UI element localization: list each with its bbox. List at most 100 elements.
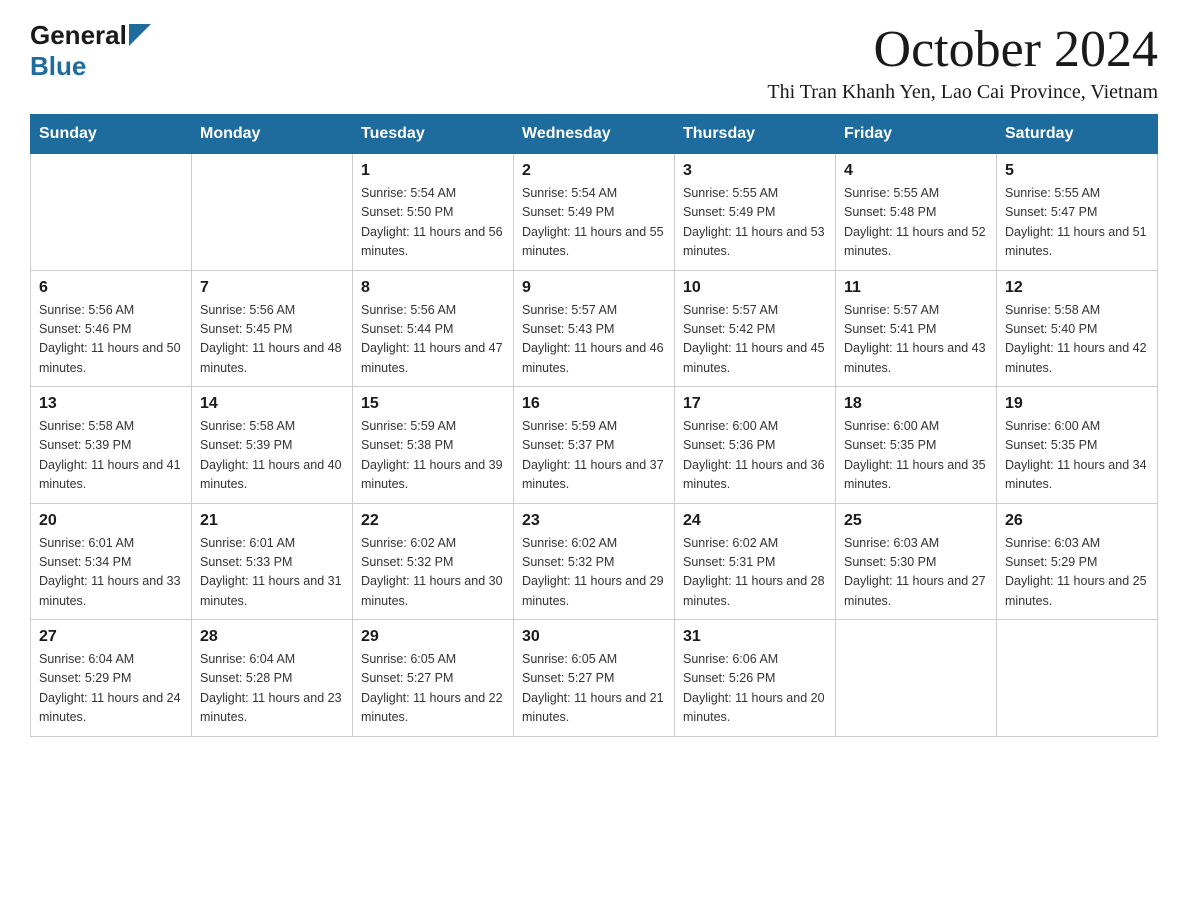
day-info: Sunrise: 6:03 AMSunset: 5:29 PMDaylight:… xyxy=(1005,534,1149,612)
day-number: 22 xyxy=(361,512,505,530)
table-row xyxy=(997,620,1158,737)
day-info: Sunrise: 5:57 AMSunset: 5:42 PMDaylight:… xyxy=(683,301,827,379)
day-number: 12 xyxy=(1005,279,1149,297)
table-row: 18Sunrise: 6:00 AMSunset: 5:35 PMDayligh… xyxy=(836,387,997,504)
col-monday: Monday xyxy=(192,115,353,154)
calendar-week-row: 6 Sunrise: 5:56 AMSunset: 5:46 PMDaylight… xyxy=(31,270,1158,387)
table-row: 26 Sunrise: 6:03 AMSunset: 5:29 PMDayligh… xyxy=(997,503,1158,620)
day-number: 9 xyxy=(522,279,666,297)
day-info: Sunrise: 5:58 AMSunset: 5:39 PMDaylight:… xyxy=(200,417,344,495)
table-row: 11Sunrise: 5:57 AMSunset: 5:41 PMDayligh… xyxy=(836,270,997,387)
calendar-week-row: 1Sunrise: 5:54 AMSunset: 5:50 PMDaylight… xyxy=(31,154,1158,271)
day-info: Sunrise: 6:02 AMSunset: 5:32 PMDaylight:… xyxy=(522,534,666,612)
table-row: 17 Sunrise: 6:00 AMSunset: 5:36 PMDayligh… xyxy=(675,387,836,504)
table-row: 16Sunrise: 5:59 AMSunset: 5:37 PMDayligh… xyxy=(514,387,675,504)
table-row: 10 Sunrise: 5:57 AMSunset: 5:42 PMDayligh… xyxy=(675,270,836,387)
col-tuesday: Tuesday xyxy=(353,115,514,154)
day-number: 26 xyxy=(1005,512,1149,530)
day-number: 29 xyxy=(361,628,505,646)
location-title: Thi Tran Khanh Yen, Lao Cai Province, Vi… xyxy=(767,81,1158,104)
table-row: 19 Sunrise: 6:00 AMSunset: 5:35 PMDayligh… xyxy=(997,387,1158,504)
day-info: Sunrise: 6:04 AMSunset: 5:29 PMDaylight:… xyxy=(39,650,183,728)
day-info: Sunrise: 6:05 AMSunset: 5:27 PMDaylight:… xyxy=(361,650,505,728)
day-number: 21 xyxy=(200,512,344,530)
table-row xyxy=(836,620,997,737)
table-row: 27 Sunrise: 6:04 AMSunset: 5:29 PMDayligh… xyxy=(31,620,192,737)
table-row: 7 Sunrise: 5:56 AMSunset: 5:45 PMDaylight… xyxy=(192,270,353,387)
day-number: 3 xyxy=(683,162,827,180)
day-info: Sunrise: 6:00 AMSunset: 5:35 PMDaylight:… xyxy=(1005,417,1149,495)
day-number: 27 xyxy=(39,628,183,646)
day-number: 8 xyxy=(361,279,505,297)
table-row: 30 Sunrise: 6:05 AMSunset: 5:27 PMDayligh… xyxy=(514,620,675,737)
day-info: Sunrise: 5:55 AMSunset: 5:49 PMDaylight:… xyxy=(683,184,827,262)
col-saturday: Saturday xyxy=(997,115,1158,154)
table-row: 6 Sunrise: 5:56 AMSunset: 5:46 PMDaylight… xyxy=(31,270,192,387)
day-info: Sunrise: 5:57 AMSunset: 5:43 PMDaylight:… xyxy=(522,301,666,379)
table-row: 1Sunrise: 5:54 AMSunset: 5:50 PMDaylight… xyxy=(353,154,514,271)
day-number: 2 xyxy=(522,162,666,180)
title-section: October 2024 Thi Tran Khanh Yen, Lao Cai… xyxy=(767,20,1158,104)
table-row: 13Sunrise: 5:58 AMSunset: 5:39 PMDayligh… xyxy=(31,387,192,504)
day-info: Sunrise: 5:55 AMSunset: 5:48 PMDaylight:… xyxy=(844,184,988,262)
table-row: 21 Sunrise: 6:01 AMSunset: 5:33 PMDayligh… xyxy=(192,503,353,620)
logo-general: General xyxy=(30,20,127,51)
day-number: 19 xyxy=(1005,395,1149,413)
day-info: Sunrise: 5:56 AMSunset: 5:46 PMDaylight:… xyxy=(39,301,183,379)
table-row: 23 Sunrise: 6:02 AMSunset: 5:32 PMDayligh… xyxy=(514,503,675,620)
day-number: 15 xyxy=(361,395,505,413)
day-number: 10 xyxy=(683,279,827,297)
day-info: Sunrise: 6:02 AMSunset: 5:32 PMDaylight:… xyxy=(361,534,505,612)
table-row xyxy=(31,154,192,271)
calendar-week-row: 27 Sunrise: 6:04 AMSunset: 5:29 PMDayligh… xyxy=(31,620,1158,737)
day-info: Sunrise: 6:03 AMSunset: 5:30 PMDaylight:… xyxy=(844,534,988,612)
calendar-week-row: 20Sunrise: 6:01 AMSunset: 5:34 PMDayligh… xyxy=(31,503,1158,620)
day-info: Sunrise: 6:01 AMSunset: 5:33 PMDaylight:… xyxy=(200,534,344,612)
day-number: 5 xyxy=(1005,162,1149,180)
day-number: 7 xyxy=(200,279,344,297)
page-header: General Blue October 2024 Thi Tran Khanh… xyxy=(30,20,1158,104)
table-row: 28 Sunrise: 6:04 AMSunset: 5:28 PMDayligh… xyxy=(192,620,353,737)
day-info: Sunrise: 6:04 AMSunset: 5:28 PMDaylight:… xyxy=(200,650,344,728)
day-number: 20 xyxy=(39,512,183,530)
day-number: 14 xyxy=(200,395,344,413)
col-friday: Friday xyxy=(836,115,997,154)
day-number: 4 xyxy=(844,162,988,180)
table-row xyxy=(192,154,353,271)
day-number: 23 xyxy=(522,512,666,530)
day-number: 6 xyxy=(39,279,183,297)
day-info: Sunrise: 5:56 AMSunset: 5:45 PMDaylight:… xyxy=(200,301,344,379)
day-info: Sunrise: 6:00 AMSunset: 5:36 PMDaylight:… xyxy=(683,417,827,495)
day-number: 30 xyxy=(522,628,666,646)
calendar-table: Sunday Monday Tuesday Wednesday Thursday… xyxy=(30,114,1158,737)
logo: General Blue xyxy=(30,20,151,82)
calendar-week-row: 13Sunrise: 5:58 AMSunset: 5:39 PMDayligh… xyxy=(31,387,1158,504)
day-info: Sunrise: 5:57 AMSunset: 5:41 PMDaylight:… xyxy=(844,301,988,379)
day-number: 16 xyxy=(522,395,666,413)
table-row: 4 Sunrise: 5:55 AMSunset: 5:48 PMDaylight… xyxy=(836,154,997,271)
day-number: 25 xyxy=(844,512,988,530)
col-thursday: Thursday xyxy=(675,115,836,154)
table-row: 8 Sunrise: 5:56 AMSunset: 5:44 PMDaylight… xyxy=(353,270,514,387)
day-info: Sunrise: 5:56 AMSunset: 5:44 PMDaylight:… xyxy=(361,301,505,379)
table-row: 12 Sunrise: 5:58 AMSunset: 5:40 PMDayligh… xyxy=(997,270,1158,387)
day-info: Sunrise: 5:55 AMSunset: 5:47 PMDaylight:… xyxy=(1005,184,1149,262)
table-row: 25 Sunrise: 6:03 AMSunset: 5:30 PMDayligh… xyxy=(836,503,997,620)
logo-arrow-icon xyxy=(129,24,151,46)
col-wednesday: Wednesday xyxy=(514,115,675,154)
day-info: Sunrise: 6:02 AMSunset: 5:31 PMDaylight:… xyxy=(683,534,827,612)
table-row: 22 Sunrise: 6:02 AMSunset: 5:32 PMDayligh… xyxy=(353,503,514,620)
table-row: 15 Sunrise: 5:59 AMSunset: 5:38 PMDayligh… xyxy=(353,387,514,504)
logo-blue: Blue xyxy=(30,51,86,81)
month-title: October 2024 xyxy=(767,20,1158,79)
col-sunday: Sunday xyxy=(31,115,192,154)
day-info: Sunrise: 6:05 AMSunset: 5:27 PMDaylight:… xyxy=(522,650,666,728)
day-number: 17 xyxy=(683,395,827,413)
table-row: 9 Sunrise: 5:57 AMSunset: 5:43 PMDaylight… xyxy=(514,270,675,387)
day-info: Sunrise: 5:54 AMSunset: 5:49 PMDaylight:… xyxy=(522,184,666,262)
day-info: Sunrise: 5:59 AMSunset: 5:38 PMDaylight:… xyxy=(361,417,505,495)
table-row: 5 Sunrise: 5:55 AMSunset: 5:47 PMDaylight… xyxy=(997,154,1158,271)
day-number: 28 xyxy=(200,628,344,646)
day-info: Sunrise: 5:58 AMSunset: 5:40 PMDaylight:… xyxy=(1005,301,1149,379)
day-info: Sunrise: 6:06 AMSunset: 5:26 PMDaylight:… xyxy=(683,650,827,728)
